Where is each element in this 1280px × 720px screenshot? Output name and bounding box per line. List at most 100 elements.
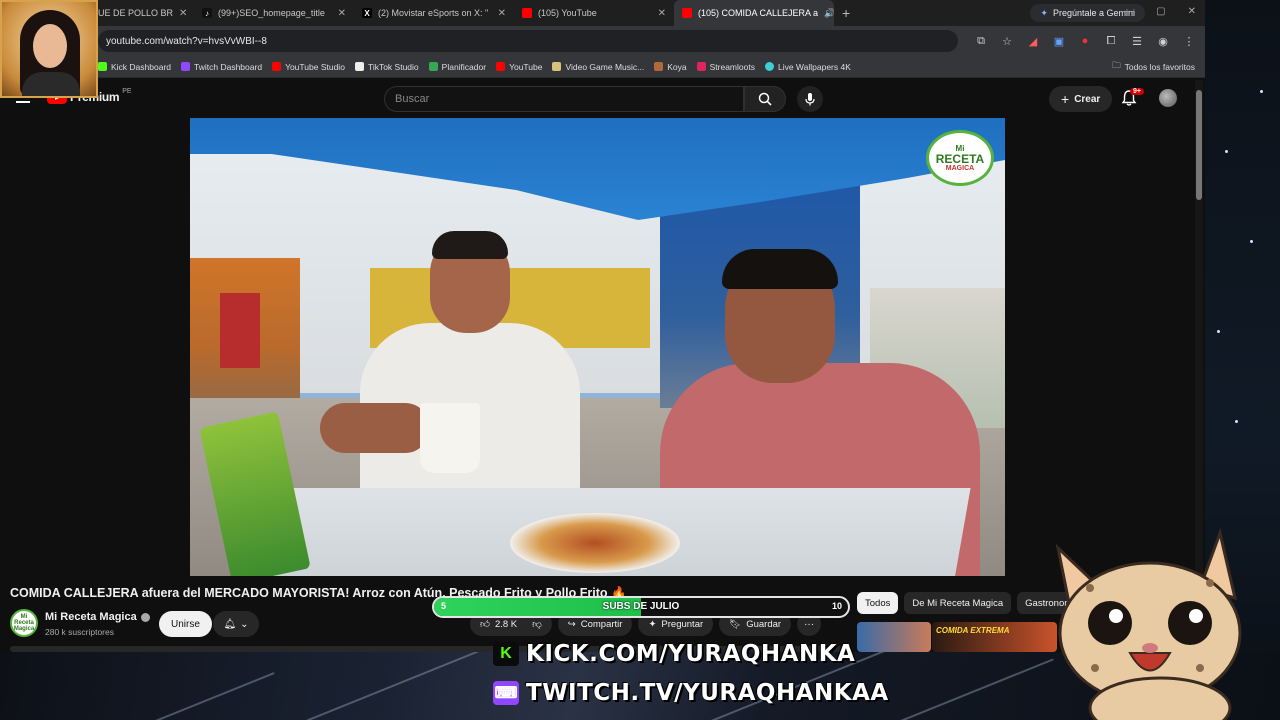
close-icon[interactable]: ✕ (332, 8, 346, 19)
youtube-studio-icon (272, 62, 282, 71)
browser-tab-5[interactable]: (105) COMIDA CALLEJERA a 🔊 ✕ (674, 0, 834, 26)
all-favorites-button[interactable]: 🗀 Todos los favoritos (1112, 60, 1195, 74)
kebab-menu-icon[interactable]: ⋮ (1183, 35, 1195, 48)
toolbar-icons: ⧉ ☆ ◢ ▣ ● ⧠ ☰ ◉ ⋮ (975, 35, 1195, 48)
streamloots-icon (696, 62, 706, 71)
translate-icon[interactable]: ▣ (1053, 35, 1065, 48)
webcam-feed (0, 0, 98, 98)
address-bar-row: youtube.com/watch?v=hvsVvWBI--8 ⧉ ☆ ◢ ▣ … (0, 26, 1205, 56)
url-field[interactable]: youtube.com/watch?v=hvsVvWBI--8 (98, 30, 958, 52)
account-avatar[interactable] (1159, 89, 1177, 107)
kick-link-overlay: K KICK.COM/YURAQHANKA (493, 641, 855, 667)
bookmark-streamloots[interactable]: Streamloots (696, 62, 755, 72)
watermark-line3: MAGICA (945, 165, 975, 172)
cast-icon[interactable]: ⧉ (975, 35, 987, 47)
recommended-video-thumbnail[interactable] (857, 622, 931, 652)
more-horizontal-icon: ··· (804, 618, 815, 630)
bookmark-video-game-music[interactable]: Video Game Music... (552, 62, 644, 72)
minimize-icon[interactable]: — (1124, 6, 1134, 17)
browser-tab-1[interactable]: UE DE POLLO BR ✕ (98, 0, 194, 26)
browser-tab-2[interactable]: ♪ (99+)SEO_homepage_title ✕ (194, 0, 354, 26)
bookmark-label: Koya (667, 61, 687, 72)
bookmark-youtube-studio[interactable]: YouTube Studio (272, 62, 345, 72)
save-label: Guardar (746, 618, 782, 630)
koya-icon (654, 62, 664, 71)
recommended-video-thumbnail[interactable]: COMIDA EXTREMA (932, 622, 1057, 652)
bookmark-tiktok-studio[interactable]: TikTok Studio (354, 62, 419, 72)
close-icon[interactable]: ✕ (652, 8, 666, 19)
search-input[interactable]: Buscar (384, 86, 744, 112)
subscriber-count: 280 k suscriptores (45, 627, 114, 637)
ask-label: Preguntar (661, 618, 704, 630)
browser-tab-3[interactable]: X (2) Movistar eSports on X: " ✕ (354, 0, 514, 26)
subscription-bell-button[interactable]: 🔔︎ ⌄ (213, 611, 259, 637)
url-text: youtube.com/watch?v=hvsVvWBI--8 (106, 35, 267, 47)
youtube-icon (496, 62, 506, 71)
bookmark-koya[interactable]: Koya (654, 61, 687, 72)
bookmark-youtube[interactable]: YouTube (496, 62, 542, 72)
create-button[interactable]: + Crear (1049, 86, 1113, 112)
scrollbar-thumb[interactable] (1196, 90, 1202, 200)
youtube-header: Premium PE Buscar + Crear 9+ (0, 79, 1205, 117)
channel-name-link[interactable]: Mi Receta Magica (45, 611, 150, 623)
channel-avatar-text: Mi Receta Magica (13, 614, 35, 632)
chip-channel[interactable]: De Mi Receta Magica (904, 592, 1012, 614)
channel-watermark: Mi RECETA MAGICA (926, 130, 994, 186)
video-scene-person-red (220, 293, 260, 368)
tiktok-icon (354, 62, 364, 71)
share-icon: ↪ (567, 618, 576, 630)
bookmark-label: Kick Dashboard (111, 61, 172, 72)
country-code: PE (122, 87, 132, 95)
watermark-line2: RECETA (935, 152, 985, 166)
tab-4-label: (105) YouTube (538, 8, 597, 18)
maximize-icon[interactable]: ▢ (1156, 6, 1165, 17)
bookmarks-bar: Kick Dashboard Twitch Dashboard YouTube … (0, 56, 1205, 78)
sub-goal-bar: 5 SUBS DE JULIO 10 (432, 596, 850, 618)
close-window-icon[interactable]: ✕ (1188, 6, 1196, 17)
favorites-label: Todos los favoritos (1124, 61, 1195, 72)
extension-a-icon[interactable]: ◢ (1027, 35, 1039, 48)
browser-tab-bar: UE DE POLLO BR ✕ ♪ (99+)SEO_homepage_tit… (0, 0, 1205, 26)
twitch-link-overlay: ⌨ TWITCH.TV/YURAQHANKAA (493, 680, 889, 706)
tiktok-icon: ♪ (202, 8, 212, 18)
tab-1-label: UE DE POLLO BR (98, 8, 174, 18)
extensions-icon[interactable]: ⧠ (1105, 35, 1117, 47)
reading-list-icon[interactable]: ☰ (1131, 35, 1143, 48)
tab-3-label: (2) Movistar eSports on X: " (378, 8, 489, 18)
join-button[interactable]: Unirse (159, 611, 212, 637)
create-label: Crear (1074, 93, 1101, 105)
youtube-icon (682, 8, 692, 18)
x-icon: X (362, 8, 372, 18)
chip-todos[interactable]: Todos (857, 592, 899, 614)
bookmark-kick-dashboard[interactable]: Kick Dashboard (98, 62, 171, 72)
channel-avatar[interactable]: Mi Receta Magica (10, 609, 38, 637)
close-icon[interactable]: ✕ (173, 8, 187, 19)
browser-tab-4[interactable]: (105) YouTube ✕ (514, 0, 674, 26)
dislike-icon[interactable]: 👎︎ (532, 618, 542, 630)
music-icon (552, 62, 562, 71)
kick-icon (98, 62, 107, 71)
voice-search-button[interactable] (797, 86, 823, 112)
thumbnail-text: COMIDA EXTREMA (936, 626, 1010, 635)
tab-5-label: (105) COMIDA CALLEJERA a (698, 8, 819, 18)
microphone-icon (805, 93, 815, 106)
search-button[interactable] (744, 86, 786, 112)
video-player[interactable]: Mi RECETA MAGICA (190, 118, 1005, 576)
bookmark-live-wallpapers[interactable]: Live Wallpapers 4K (764, 61, 851, 72)
speaker-icon[interactable]: 🔊 (824, 8, 834, 19)
star-icon[interactable]: ☆ (1001, 35, 1013, 48)
search-placeholder: Buscar (395, 93, 430, 105)
close-icon[interactable]: ✕ (492, 8, 506, 19)
extension-red-icon[interactable]: ● (1079, 35, 1091, 47)
bookmark-label: Live Wallpapers 4K (777, 61, 851, 72)
bookmark-planificador[interactable]: Planificador (428, 62, 486, 72)
wallpaper-icon (764, 62, 774, 71)
bookmark-icon: 🔖︎ (729, 618, 742, 630)
kick-icon: K (493, 642, 519, 666)
profile-icon[interactable]: ◉ (1157, 35, 1169, 48)
new-tab-button[interactable]: + (834, 5, 858, 21)
screen: UE DE POLLO BR ✕ ♪ (99+)SEO_homepage_tit… (0, 0, 1280, 720)
bookmark-label: YouTube Studio (285, 61, 345, 72)
bookmark-twitch-dashboard[interactable]: Twitch Dashboard (181, 62, 262, 72)
recommendation-chips: Todos De Mi Receta Magica Gastronomía (857, 592, 1078, 614)
